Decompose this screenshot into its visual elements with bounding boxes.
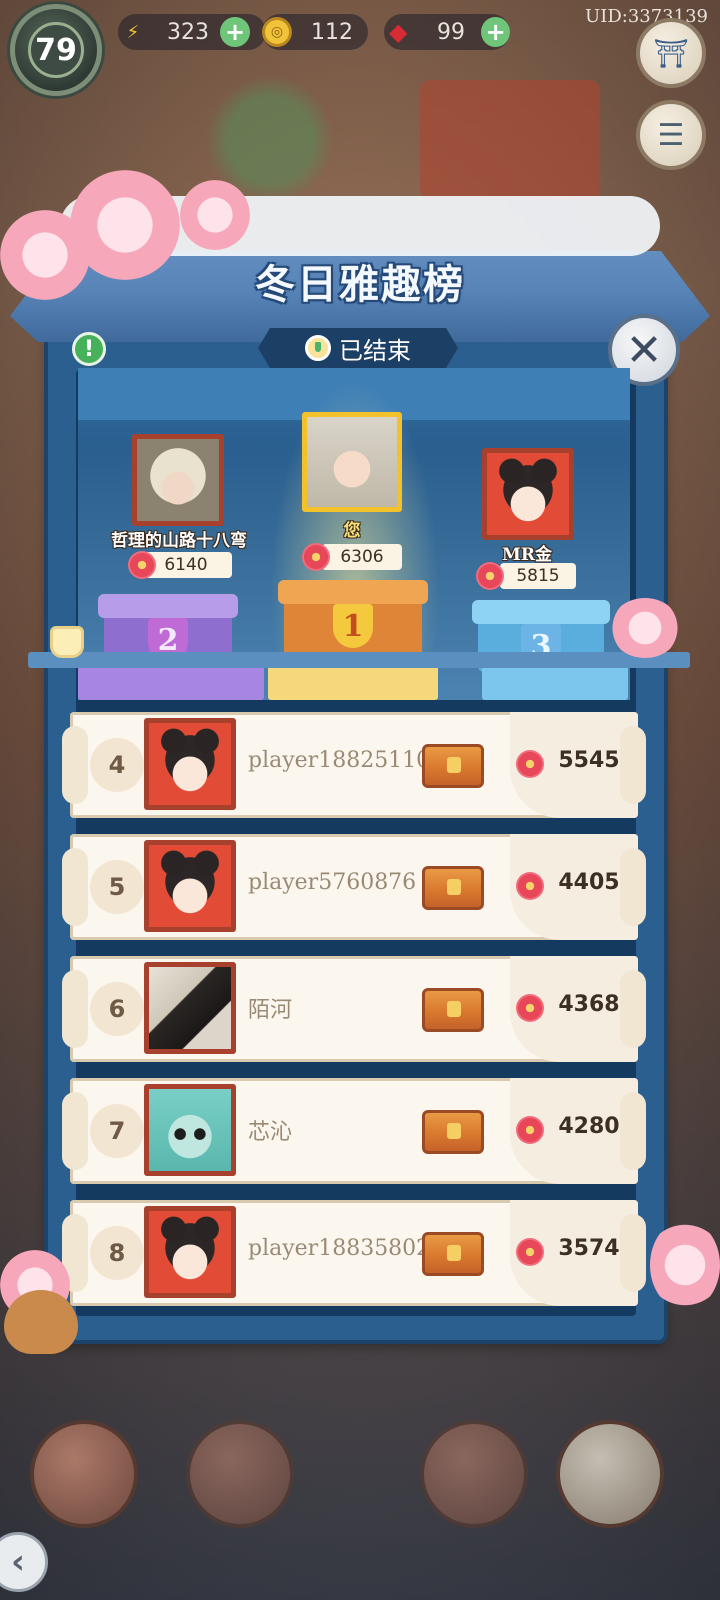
back-arrow-icon: ‹ [10, 1542, 25, 1582]
avatar-image [149, 967, 231, 1049]
reward-chest-icon[interactable] [422, 1110, 484, 1154]
clock-icon [305, 335, 331, 361]
podium-score-value-rank-3: 5815 [516, 566, 560, 586]
teapot-button[interactable] [556, 1420, 664, 1528]
coin-counter: ◎ 112 [262, 14, 368, 50]
book-button[interactable] [30, 1420, 138, 1528]
gem-value: 99 [437, 19, 465, 45]
avatar-image [149, 845, 231, 927]
avatar-image [137, 439, 219, 521]
player-score: 4280 [558, 1114, 620, 1139]
leaderboard-row[interactable]: 7 芯沁 4280 [62, 1078, 646, 1184]
rank-1-badge: 1 [333, 604, 373, 648]
player-avatar [144, 962, 236, 1054]
podium-avatar-rank-2[interactable] [132, 434, 224, 526]
box-lid [98, 594, 238, 618]
lightning-icon: ⚡ [126, 21, 140, 43]
leaderboard-row[interactable]: 6 陌河 4368 [62, 956, 646, 1062]
shop-button[interactable]: ⛩ [636, 18, 706, 88]
podium-score-rank-3: 5815 [500, 563, 576, 589]
event-status: 已结束 [258, 328, 458, 368]
reward-chest-icon[interactable] [422, 744, 484, 788]
info-button[interactable]: ! [72, 332, 106, 366]
energy-counter: ⚡ 323 + [118, 14, 266, 50]
list-icon: ☰ [657, 117, 685, 153]
podium-name-rank-1: 您 [343, 521, 361, 541]
player-level-value: 79 [28, 22, 84, 78]
avatar-image [487, 453, 569, 535]
player-avatar [144, 840, 236, 932]
flower-icon [128, 551, 156, 579]
player-avatar [144, 1084, 236, 1176]
player-name: player18825110 [248, 748, 428, 773]
leaderboard-row[interactable]: 4 player18825110 5545 [62, 712, 646, 818]
player-name: player18835802 [248, 1236, 428, 1261]
leaderboard-row[interactable]: 5 player5760876 4405 [62, 834, 646, 940]
podium-base-rank-2 [78, 664, 264, 700]
coin-icon: ◎ [262, 17, 292, 47]
blossom-decoration [180, 180, 250, 250]
rank-badge: 6 [90, 982, 144, 1036]
rank-badge: 7 [90, 1104, 144, 1158]
gem-icon: ◆ [389, 18, 408, 46]
reward-chest-icon[interactable] [422, 1232, 484, 1276]
podium-base-rank-3 [482, 664, 628, 700]
building-button[interactable] [420, 1420, 528, 1528]
blossom-decoration [650, 1220, 720, 1310]
player-avatar [144, 1206, 236, 1298]
avatar-image [149, 723, 231, 805]
podium-score-value-rank-2: 6140 [164, 555, 208, 575]
gem-counter: ◆ 99 + [384, 14, 510, 50]
blossom-decoration [610, 598, 680, 658]
player-name: player5760876 [248, 870, 417, 895]
podium-score-value-rank-1: 6306 [340, 547, 384, 567]
box-lid [472, 600, 610, 624]
leaderboard-row[interactable]: 8 player18835802 3574 [62, 1200, 646, 1306]
player-name: 芯沁 [248, 1120, 293, 1145]
player-score: 4405 [558, 870, 620, 895]
shop-icon: ⛩ [653, 36, 689, 70]
player-level-badge[interactable]: 79 [10, 4, 102, 96]
capybara-mascot[interactable] [4, 1290, 78, 1354]
avatar-image [307, 417, 397, 507]
flower-icon [516, 872, 544, 900]
player-score: 4368 [558, 992, 620, 1017]
energy-value: 323 [167, 19, 209, 45]
tea-cup-decoration [50, 626, 84, 658]
event-title: 冬日雅趣榜 [255, 261, 465, 308]
player-name: 陌河 [248, 998, 293, 1023]
podium-avatar-rank-1[interactable] [302, 412, 402, 512]
player-score: 3574 [558, 1236, 620, 1261]
podium-base-rank-1 [268, 664, 438, 700]
flower-icon [516, 1238, 544, 1266]
menu-button[interactable]: ☰ [636, 100, 706, 170]
podium-score-rank-1: 6306 [322, 544, 402, 570]
reward-chest-icon[interactable] [422, 988, 484, 1032]
player-score: 5545 [558, 748, 620, 773]
coin-value: 112 [311, 19, 353, 45]
flower-icon [516, 994, 544, 1022]
rank-badge: 5 [90, 860, 144, 914]
flower-icon [516, 1116, 544, 1144]
event-status-label: 已结束 [339, 336, 411, 365]
rank-1-number: 1 [342, 608, 364, 644]
podium-name-rank-2: 哲理的山路十八弯 [111, 531, 247, 551]
podium-avatar-rank-3[interactable] [482, 448, 574, 540]
podium-shelf [28, 652, 690, 668]
avatar-image [149, 1089, 231, 1171]
box-lid [278, 580, 428, 604]
flower-icon [516, 750, 544, 778]
rank-badge: 8 [90, 1226, 144, 1280]
avatar-image [149, 1211, 231, 1293]
add-gem-button[interactable]: + [481, 17, 510, 47]
flower-icon [302, 543, 330, 571]
character-button[interactable] [186, 1420, 294, 1528]
flower-icon [476, 562, 504, 590]
rank-badge: 4 [90, 738, 144, 792]
player-avatar [144, 718, 236, 810]
reward-chest-icon[interactable] [422, 866, 484, 910]
add-energy-button[interactable]: + [220, 17, 250, 47]
close-icon: ✕ [625, 324, 663, 376]
stairs-decoration [420, 80, 600, 200]
